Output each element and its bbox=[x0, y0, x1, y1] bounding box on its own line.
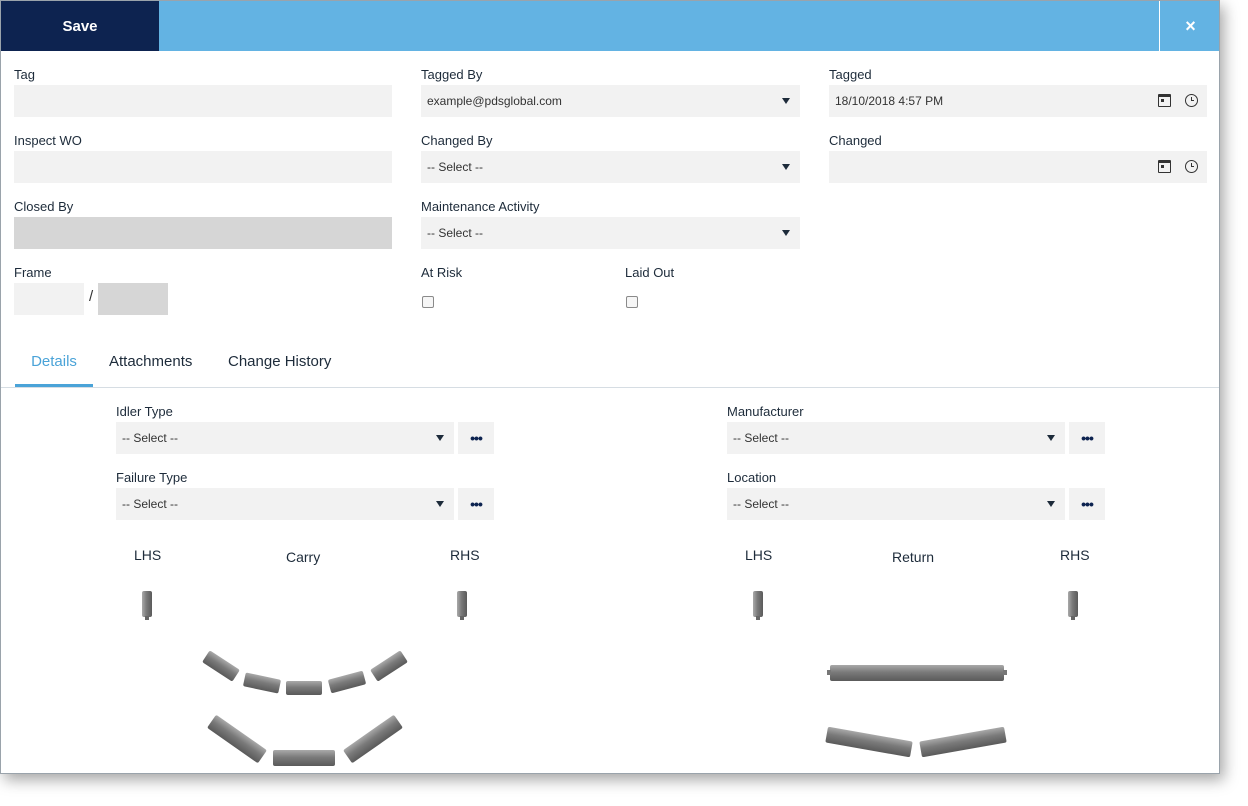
carry-rhs-roller[interactable] bbox=[457, 591, 467, 620]
carry-five-roll-set[interactable] bbox=[202, 650, 408, 695]
carry-lhs-roller[interactable] bbox=[142, 591, 152, 620]
return-rhs-roller[interactable] bbox=[1068, 591, 1078, 620]
carry-three-roll-set[interactable] bbox=[207, 715, 403, 766]
idler-diagram bbox=[142, 591, 1078, 766]
idler-tag-dialog: Save × Tag Tagged By example@pdsglobal.c… bbox=[0, 0, 1220, 774]
return-flat-roller[interactable] bbox=[827, 665, 1007, 681]
return-lhs-roller[interactable] bbox=[753, 591, 763, 620]
return-v-roller[interactable] bbox=[825, 726, 1007, 758]
